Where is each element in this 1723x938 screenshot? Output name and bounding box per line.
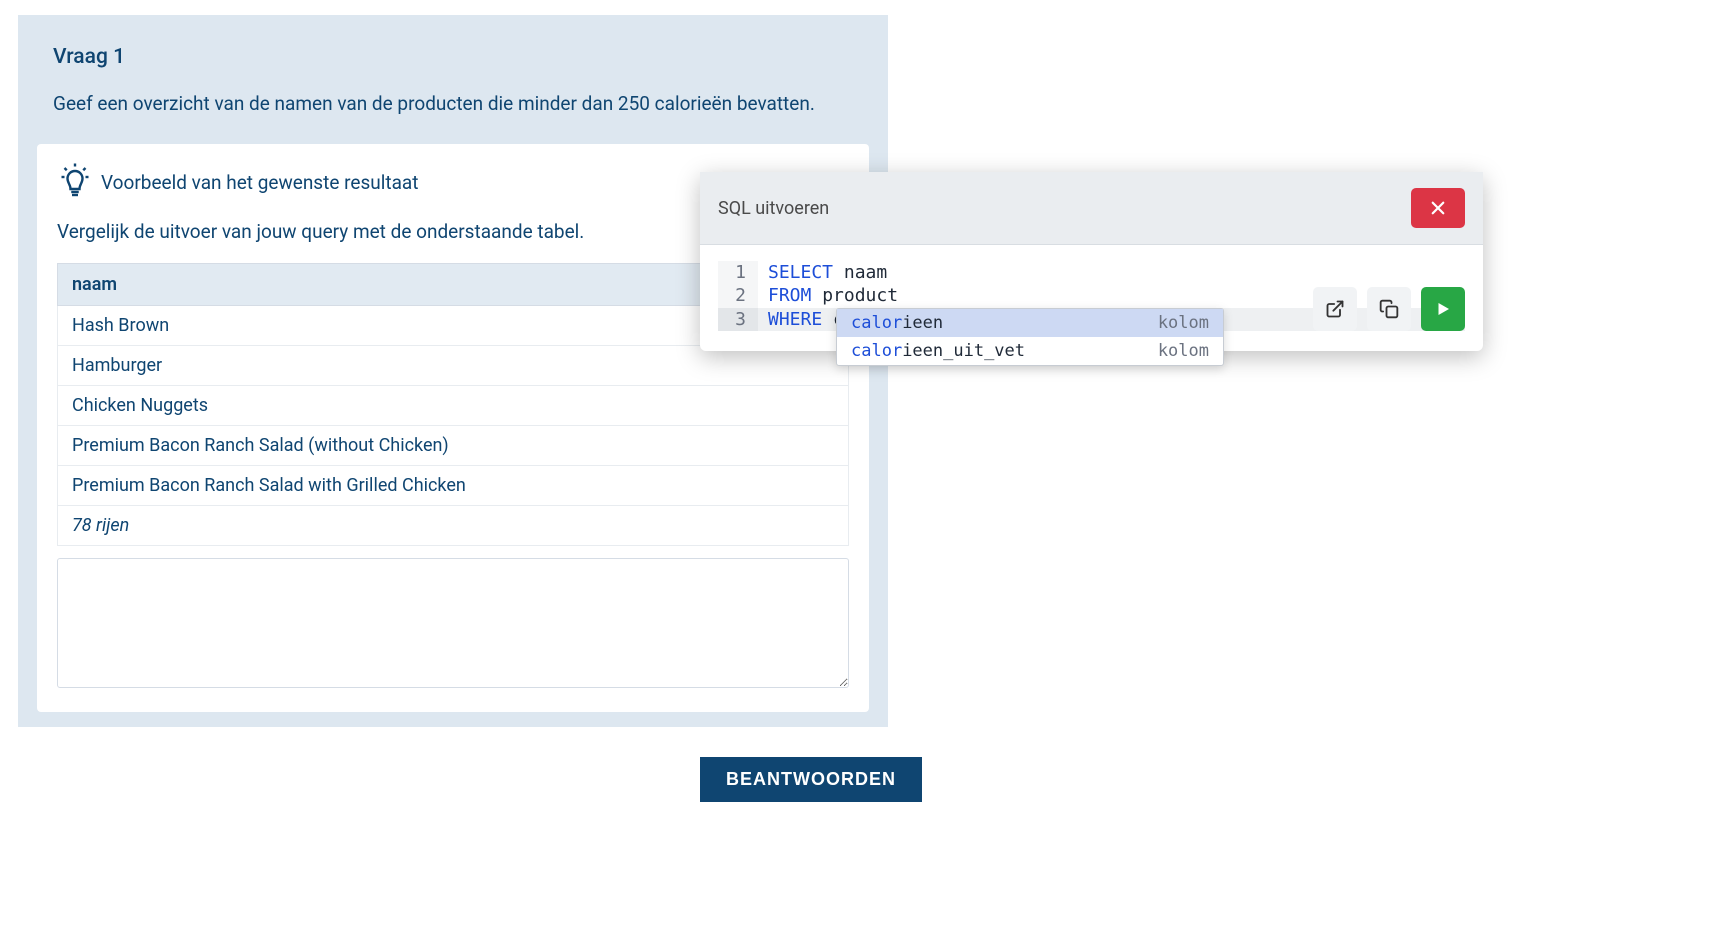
answer-button[interactable]: BEANTWOORDEN [700, 757, 922, 802]
autocomplete-option[interactable]: calorieen kolom [837, 309, 1223, 337]
answer-textarea[interactable] [57, 558, 849, 688]
autocomplete-dropdown: calorieen kolom calorieen_uit_vet kolom [836, 308, 1224, 366]
close-icon [1429, 199, 1447, 217]
copy-button[interactable] [1367, 287, 1411, 331]
line-number: 1 [718, 261, 758, 284]
run-button[interactable] [1421, 287, 1465, 331]
line-number: 2 [718, 284, 758, 307]
table-row-meta: 78 rijen [58, 506, 849, 546]
external-link-icon [1325, 299, 1345, 319]
open-external-button[interactable] [1313, 287, 1357, 331]
table-row: Chicken Nuggets [58, 386, 849, 426]
lightbulb-icon [57, 162, 93, 202]
sql-panel-title: SQL uitvoeren [718, 198, 829, 219]
sql-panel: SQL uitvoeren 1 SELECT naam 2 FROM produ… [700, 172, 1483, 351]
table-row: Premium Bacon Ranch Salad (without Chick… [58, 426, 849, 466]
sql-body: 1 SELECT naam 2 FROM product 3 WHERE cal… [700, 245, 1483, 351]
close-button[interactable] [1411, 188, 1465, 228]
line-number: 3 [718, 308, 758, 331]
example-label: Voorbeeld van het gewenste resultaat [101, 171, 418, 194]
question-panel: Vraag 1 Geef een overzicht van de namen … [18, 15, 888, 727]
action-buttons [1313, 287, 1465, 331]
play-icon [1434, 300, 1452, 318]
table-row: Premium Bacon Ranch Salad with Grilled C… [58, 466, 849, 506]
copy-icon [1379, 299, 1399, 319]
autocomplete-option[interactable]: calorieen_uit_vet kolom [837, 337, 1223, 365]
question-title: Vraag 1 [53, 45, 873, 69]
question-text: Geef een overzicht van de namen van de p… [53, 89, 853, 119]
table-row: Hamburger [58, 346, 849, 386]
sql-panel-header: SQL uitvoeren [700, 172, 1483, 245]
